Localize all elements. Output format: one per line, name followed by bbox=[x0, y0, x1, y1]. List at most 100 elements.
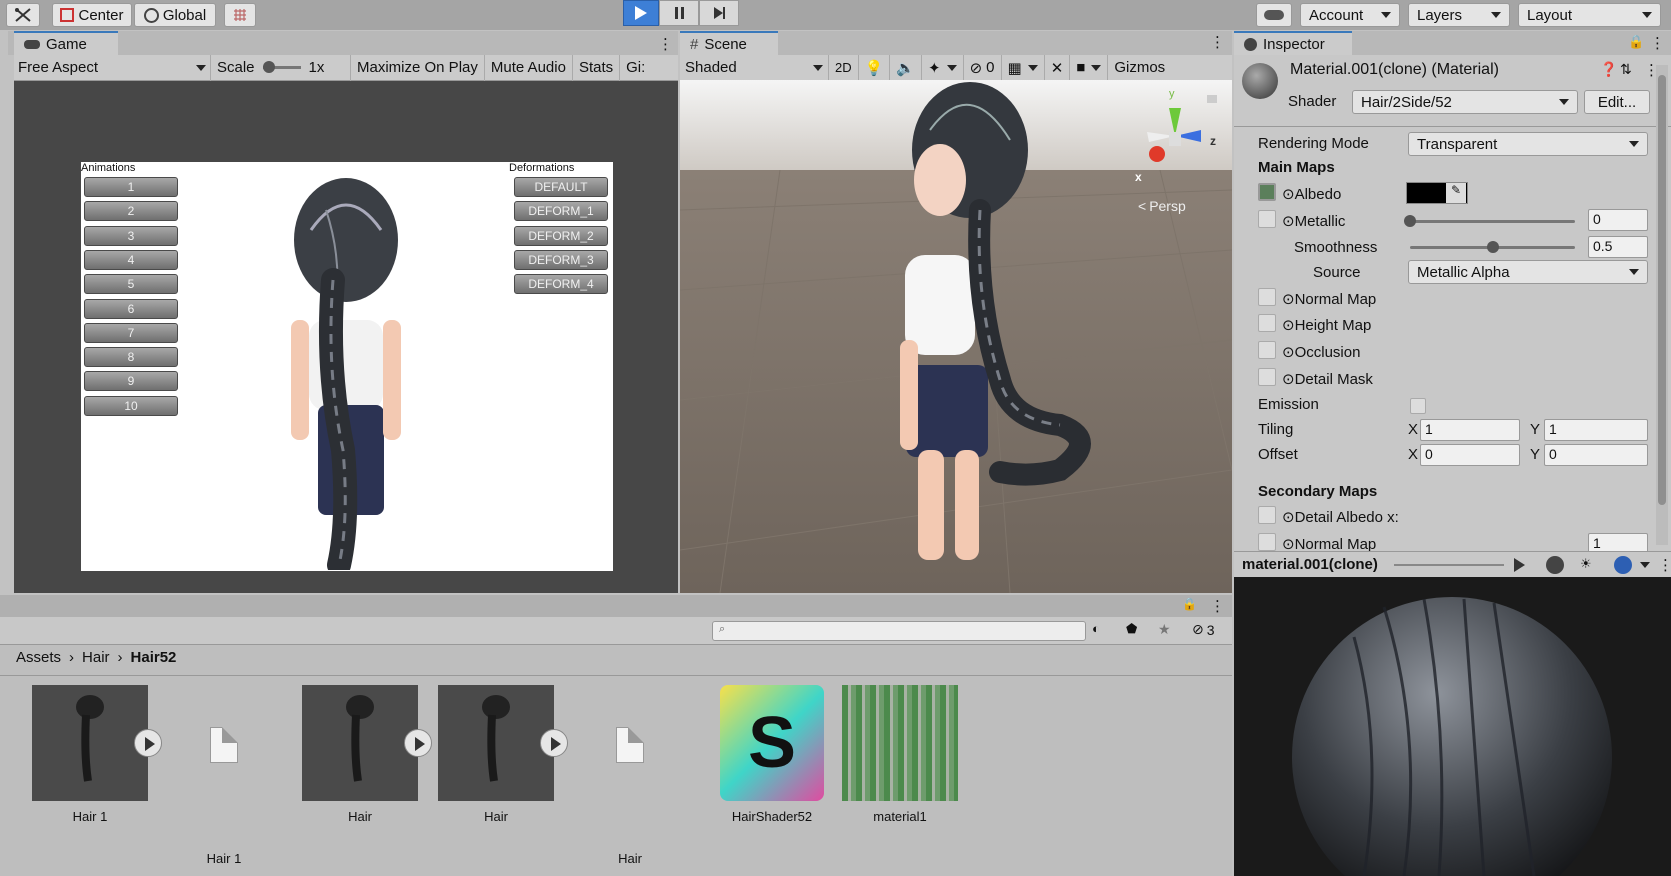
asset-item[interactable]: Hair 1 bbox=[164, 685, 284, 866]
more-options-icon[interactable]: ⋮ bbox=[1210, 33, 1225, 51]
play-button[interactable] bbox=[623, 0, 659, 26]
tab-game[interactable]: Game bbox=[14, 31, 118, 55]
search-input[interactable]: ⌕ bbox=[712, 621, 1086, 641]
tools-icon[interactable]: ✕ bbox=[1043, 54, 1070, 81]
layers-dropdown[interactable]: Layers bbox=[1408, 3, 1510, 27]
help-icon[interactable]: ❓ bbox=[1600, 61, 1617, 78]
deformation-button[interactable]: DEFAULT bbox=[514, 177, 608, 197]
mute-audio-toggle[interactable]: Mute Audio bbox=[483, 54, 572, 81]
animation-button[interactable]: 6 bbox=[84, 298, 178, 319]
audio-icon[interactable]: 🔈 bbox=[889, 54, 921, 81]
preview-drag-handle[interactable] bbox=[1394, 564, 1504, 566]
asset-item[interactable]: Hair bbox=[300, 685, 432, 824]
grid-icon[interactable]: ▦ bbox=[1000, 54, 1044, 81]
lighting-icon[interactable]: ☀ bbox=[1580, 556, 1598, 574]
more-options-icon[interactable]: ⋮ bbox=[1210, 597, 1225, 615]
detail-albedo-slot[interactable] bbox=[1258, 506, 1276, 524]
animation-button[interactable]: 7 bbox=[84, 322, 178, 343]
normal-map-2-slot[interactable] bbox=[1258, 533, 1276, 551]
preview-mesh-icon[interactable] bbox=[1546, 556, 1564, 574]
source-dropdown[interactable]: Metallic Alpha bbox=[1408, 260, 1648, 284]
normal-map-2-scale[interactable]: 1 bbox=[1588, 533, 1648, 551]
hidden-objects-toggle[interactable]: ⊘ 0 bbox=[962, 54, 1001, 81]
animation-button[interactable]: 8 bbox=[84, 347, 178, 368]
cloud-icon[interactable] bbox=[1256, 3, 1292, 27]
asset-item[interactable]: Hair bbox=[570, 685, 690, 866]
pivot-global-button[interactable]: Global bbox=[134, 3, 216, 27]
gizmos-toggle[interactable]: Gi: bbox=[619, 54, 651, 81]
pivot-center-button[interactable]: Center bbox=[52, 3, 132, 27]
play-icon[interactable] bbox=[404, 729, 432, 757]
emission-checkbox[interactable] bbox=[1410, 398, 1426, 414]
asset-item[interactable]: material1 bbox=[840, 685, 960, 824]
shading-dropdown[interactable]: Shaded bbox=[680, 59, 828, 76]
pause-button[interactable] bbox=[659, 0, 699, 26]
stats-toggle[interactable]: Stats bbox=[571, 54, 619, 81]
tools-icon[interactable] bbox=[6, 3, 40, 27]
rendering-mode-dropdown[interactable]: Transparent bbox=[1408, 132, 1648, 156]
offset-x-field[interactable]: 0 bbox=[1420, 444, 1520, 466]
orientation-gizmo[interactable] bbox=[1135, 100, 1215, 175]
deformation-button[interactable]: DEFORM_2 bbox=[514, 225, 608, 246]
deformation-button[interactable]: DEFORM_1 bbox=[514, 201, 608, 222]
asset-item[interactable]: Hair bbox=[436, 685, 568, 824]
shader-dropdown[interactable]: Hair/2Side/52 bbox=[1352, 90, 1578, 114]
animation-button[interactable]: 4 bbox=[84, 249, 178, 270]
effects-icon[interactable]: ✦ bbox=[921, 54, 963, 81]
search-by-type-icon[interactable]: ◐ bbox=[1092, 621, 1120, 641]
game-viewport[interactable]: Animations Deformations 1 2 3 4 5 6 7 8 9 10 DEFA… bbox=[14, 81, 678, 593]
layout-dropdown[interactable]: Layout bbox=[1518, 3, 1661, 27]
step-button[interactable] bbox=[699, 0, 739, 26]
height-map-slot[interactable] bbox=[1258, 314, 1276, 332]
breadcrumb-assets[interactable]: Assets bbox=[16, 649, 61, 666]
deformation-button[interactable]: DEFORM_3 bbox=[514, 249, 608, 270]
occlusion-slot[interactable] bbox=[1258, 341, 1276, 359]
tiling-x-field[interactable]: 1 bbox=[1420, 419, 1520, 441]
camera-icon[interactable]: ■ bbox=[1069, 54, 1107, 81]
deformation-button[interactable]: DEFORM_4 bbox=[514, 274, 608, 295]
2d-toggle[interactable]: 2D bbox=[828, 54, 858, 81]
tiling-y-field[interactable]: 1 bbox=[1544, 419, 1648, 441]
gizmos-dropdown[interactable]: Gizmos bbox=[1107, 54, 1171, 81]
scale-slider[interactable]: Scale 1x bbox=[210, 54, 350, 81]
offset-y-field[interactable]: 0 bbox=[1544, 444, 1648, 466]
albedo-texture-slot[interactable] bbox=[1258, 183, 1276, 201]
hidden-packages-toggle[interactable]: ⊘ 3 bbox=[1192, 621, 1215, 638]
more-options-icon[interactable]: ⋮ bbox=[1650, 34, 1665, 52]
grid-snap-icon[interactable] bbox=[224, 3, 256, 27]
animation-button[interactable]: 5 bbox=[84, 274, 178, 295]
metallic-value-field[interactable]: 0 bbox=[1588, 209, 1648, 231]
light-icon[interactable]: 💡 bbox=[857, 54, 890, 81]
animation-button[interactable]: 10 bbox=[84, 395, 178, 416]
eyedropper-icon[interactable]: ✎ bbox=[1446, 183, 1466, 203]
animation-button[interactable]: 9 bbox=[84, 371, 178, 392]
edit-shader-button[interactable]: Edit... bbox=[1584, 90, 1650, 114]
animation-button[interactable]: 3 bbox=[84, 225, 178, 246]
smoothness-slider-knob[interactable] bbox=[1486, 241, 1499, 253]
asset-item[interactable]: Hair 1 bbox=[30, 685, 162, 824]
play-icon[interactable] bbox=[1514, 558, 1525, 572]
metallic-slider[interactable] bbox=[1410, 220, 1575, 223]
search-by-label-icon[interactable]: ⬟ bbox=[1126, 621, 1154, 641]
lock-icon[interactable] bbox=[1207, 95, 1217, 103]
favorites-icon[interactable]: ★ bbox=[1158, 621, 1186, 641]
presets-icon[interactable]: ⇅ bbox=[1620, 61, 1632, 78]
aspect-dropdown[interactable]: Free Aspect bbox=[14, 59, 210, 76]
sphere-icon[interactable] bbox=[1614, 556, 1632, 574]
lock-icon[interactable]: 🔒 bbox=[1182, 597, 1197, 611]
tab-scene[interactable]: # Scene bbox=[680, 31, 778, 55]
tab-inspector[interactable]: Inspector bbox=[1234, 31, 1352, 55]
more-options-icon[interactable]: ⋮ bbox=[658, 35, 673, 53]
play-icon[interactable] bbox=[540, 729, 568, 757]
maximize-on-play-toggle[interactable]: Maximize On Play bbox=[350, 54, 484, 81]
animation-button[interactable]: 2 bbox=[84, 201, 178, 222]
account-dropdown[interactable]: Account bbox=[1300, 3, 1400, 27]
animation-button[interactable]: 1 bbox=[84, 177, 178, 197]
breadcrumb-hair52[interactable]: Hair52 bbox=[131, 649, 177, 666]
scene-viewport[interactable]: y z x < Persp bbox=[680, 80, 1232, 593]
detail-mask-slot[interactable] bbox=[1258, 368, 1276, 386]
normal-map-slot[interactable] bbox=[1258, 288, 1276, 306]
more-options-icon[interactable]: ⋮ bbox=[1658, 556, 1671, 574]
smoothness-value-field[interactable]: 0.5 bbox=[1588, 236, 1648, 258]
asset-item[interactable]: S HairShader52 bbox=[712, 685, 832, 824]
